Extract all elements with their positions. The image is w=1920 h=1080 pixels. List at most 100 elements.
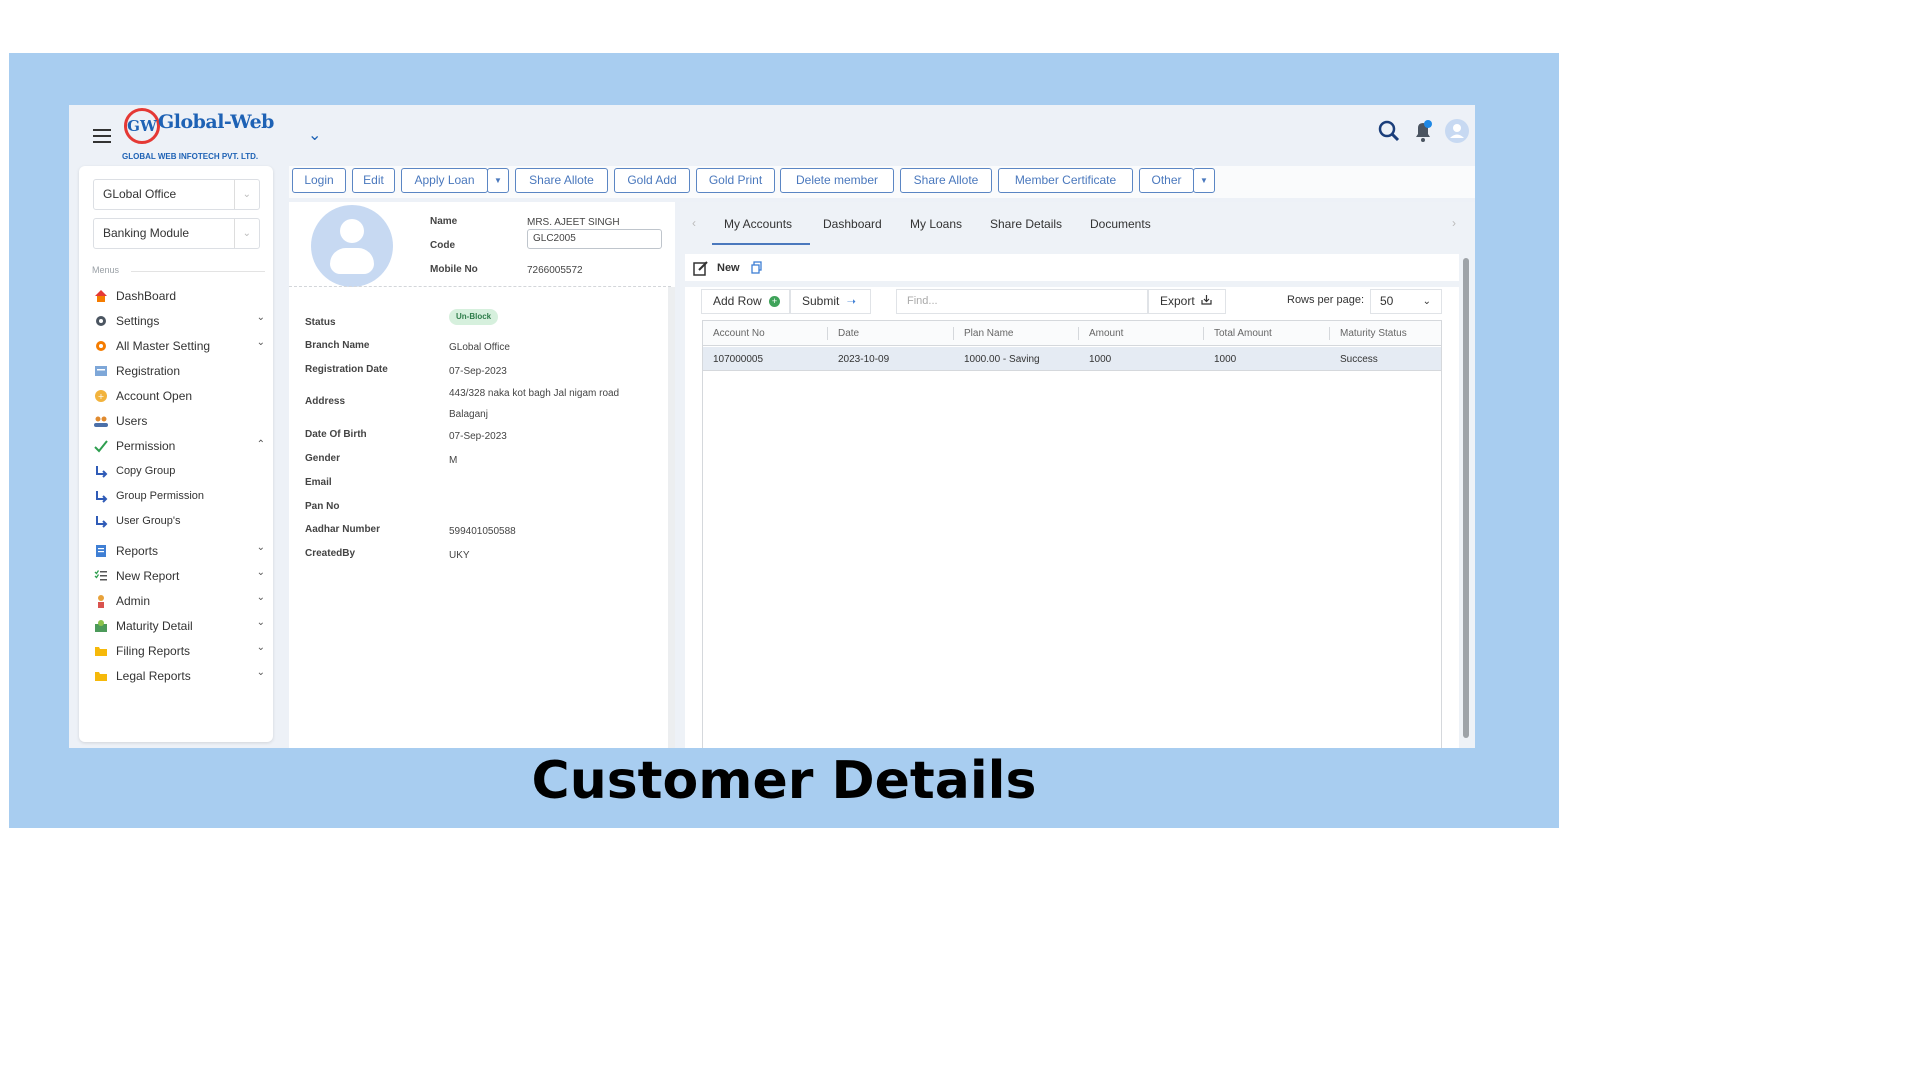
check-icon [93, 438, 109, 454]
address-label: Address [305, 396, 346, 407]
divider [131, 271, 265, 272]
tab-share-details[interactable]: Share Details [990, 217, 1062, 231]
member-certificate-button[interactable]: Member Certificate [998, 168, 1133, 193]
scrollbar[interactable] [668, 287, 675, 748]
user-avatar-icon[interactable] [1443, 117, 1471, 145]
sidebar-item-copy-group[interactable]: Copy Group [93, 458, 265, 483]
sidebar-item-label: DashBoard [116, 288, 177, 303]
chevron-down-icon: ⌄ [256, 592, 265, 603]
scrollbar[interactable] [1463, 258, 1469, 738]
edit-icon[interactable] [693, 260, 709, 281]
accounts-panel: ‹ My Accounts Dashboard My Loans Share D… [680, 202, 1475, 748]
action-toolbar: Login Edit Apply Loan ▼ Share Allote Gol… [289, 166, 1475, 198]
status-badge: Un-Block [449, 309, 499, 325]
column-header[interactable]: Maturity Status [1340, 328, 1407, 339]
divider [289, 286, 671, 287]
chevron-down-icon: ⌄ [1422, 296, 1431, 307]
sidebar-item-all-master-setting[interactable]: All Master Setting ⌄ [93, 333, 265, 358]
login-button[interactable]: Login [292, 168, 346, 193]
chevron-left-icon[interactable]: ‹ [692, 216, 696, 230]
account-open-icon: + [93, 388, 109, 404]
sidebar-item-new-report[interactable]: New Report ⌄ [93, 563, 265, 588]
chevron-right-icon[interactable]: › [1452, 216, 1456, 230]
code-field[interactable]: GLC2005 [527, 229, 662, 249]
add-row-button[interactable]: Add Row + [701, 289, 790, 314]
created-by-value: UKY [449, 550, 470, 561]
home-icon [93, 288, 109, 304]
column-header[interactable]: Account No [713, 328, 765, 339]
sidebar-item-user-groups[interactable]: User Group's [93, 508, 265, 533]
apply-loan-dropdown-icon[interactable]: ▼ [487, 168, 509, 193]
sidebar-item-maturity-detail[interactable]: Maturity Detail ⌄ [93, 613, 265, 638]
export-button[interactable]: Export [1148, 289, 1226, 314]
export-label: Export [1160, 294, 1195, 308]
avatar [311, 205, 393, 287]
edit-button[interactable]: Edit [352, 168, 395, 193]
column-header[interactable]: Date [838, 328, 859, 339]
new-label[interactable]: New [717, 262, 740, 274]
column-header[interactable]: Total Amount [1214, 328, 1272, 339]
hamburger-menu-icon[interactable] [93, 129, 111, 143]
gold-print-button[interactable]: Gold Print [696, 168, 775, 193]
share-allote-button[interactable]: Share Allote [515, 168, 608, 193]
sidebar-item-permission[interactable]: Permission ⌃ [93, 433, 265, 458]
office-select[interactable]: GLobal Office ⌄ [93, 179, 260, 210]
sidebar-item-dashboard[interactable]: DashBoard [93, 283, 265, 308]
share-allote-button-2[interactable]: Share Allote [900, 168, 992, 193]
rows-per-page-select[interactable]: 50 ⌄ [1370, 289, 1442, 314]
search-icon[interactable] [1375, 117, 1403, 145]
column-header[interactable]: Plan Name [964, 328, 1013, 339]
tab-my-accounts[interactable]: My Accounts [724, 217, 792, 231]
menus-heading: Menus [92, 265, 120, 275]
table-cell: 1000 [1089, 354, 1112, 365]
sidebar-item-label: Admin [116, 593, 151, 608]
other-button[interactable]: Other [1139, 168, 1194, 193]
module-select-value: Banking Module [103, 226, 190, 240]
mobile-value: 7266005572 [527, 265, 583, 276]
sidebar-item-reports[interactable]: Reports ⌄ [93, 538, 265, 563]
app-window: GW Global-Web GLOBAL WEB INFOTECH PVT. L… [69, 105, 1475, 748]
name-label: Name [430, 216, 458, 227]
checklist-icon [93, 568, 109, 584]
delete-member-button[interactable]: Delete member [780, 168, 894, 193]
module-select[interactable]: Banking Module ⌄ [93, 218, 260, 249]
sidebar-item-users[interactable]: Users [93, 408, 265, 433]
name-value: MRS. AJEET SINGH [527, 217, 620, 228]
sidebar-item-group-permission[interactable]: Group Permission [93, 483, 265, 508]
sidebar-item-admin[interactable]: Admin ⌄ [93, 588, 265, 613]
brand-logo[interactable]: GW Global-Web GLOBAL WEB INFOTECH PVT. L… [122, 108, 321, 163]
sub-arrow-icon [93, 488, 109, 504]
add-row-label: Add Row [713, 294, 762, 308]
submit-label: Submit [802, 294, 840, 308]
column-header[interactable]: Amount [1089, 328, 1123, 339]
sidebar-item-label: Account Open [116, 388, 193, 403]
search-input[interactable]: Find... [896, 289, 1148, 314]
notification-bell-icon[interactable] [1409, 117, 1437, 145]
accounts-table: Account No Date Plan Name Amount Total A… [702, 320, 1442, 748]
tab-dashboard[interactable]: Dashboard [823, 217, 882, 231]
table-cell: 107000005 [713, 354, 764, 365]
sidebar-item-settings[interactable]: Settings ⌄ [93, 308, 265, 333]
submit-button[interactable]: Submit ➝ [790, 289, 871, 314]
chevron-down-icon: ⌄ [256, 337, 265, 348]
branch-label: Branch Name [305, 340, 370, 351]
users-icon [93, 413, 109, 429]
chevron-down-icon: ⌄ [256, 567, 265, 578]
sidebar-item-account-open[interactable]: + Account Open [93, 383, 265, 408]
report-icon [93, 543, 109, 559]
apply-loan-button[interactable]: Apply Loan [401, 168, 488, 193]
table-row[interactable]: 107000005 2023-10-09 1000.00 - Saving 10… [703, 347, 1441, 371]
sidebar-item-registration[interactable]: Registration [93, 358, 265, 383]
tab-my-loans[interactable]: My Loans [910, 217, 962, 231]
other-dropdown-icon[interactable]: ▼ [1193, 168, 1215, 193]
table-cell: 1000 [1214, 354, 1237, 365]
email-label: Email [305, 477, 332, 488]
sidebar-item-filing-reports[interactable]: Filing Reports ⌄ [93, 638, 265, 663]
copy-icon[interactable] [751, 261, 763, 279]
tab-documents[interactable]: Documents [1090, 217, 1151, 231]
sidebar-item-legal-reports[interactable]: Legal Reports ⌄ [93, 663, 265, 688]
rows-per-page-label: Rows per page: [1287, 294, 1365, 306]
code-label: Code [430, 240, 455, 251]
gold-add-button[interactable]: Gold Add [614, 168, 690, 193]
chevron-down-icon[interactable]: ⌄ [308, 125, 321, 145]
